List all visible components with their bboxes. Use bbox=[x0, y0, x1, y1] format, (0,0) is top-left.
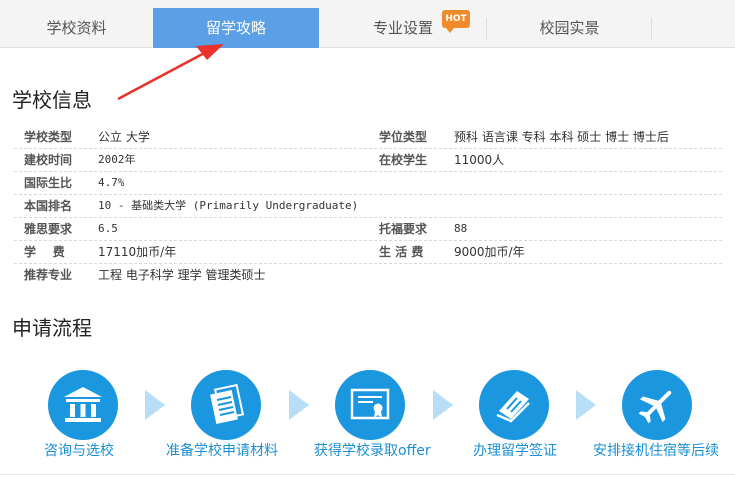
documents-icon bbox=[210, 384, 245, 424]
tab-label: 校园实景 bbox=[539, 19, 600, 37]
info-label: 雅思要求 bbox=[24, 222, 73, 236]
step-circle-arrival[interactable] bbox=[622, 370, 692, 440]
info-label: 学位类型 bbox=[379, 130, 428, 144]
step-chevron-icon bbox=[145, 390, 165, 420]
info-label: 在校学生 bbox=[379, 153, 428, 167]
school-info-table: 学校类型 公立 大学 学位类型 预科 语言课 专科 本科 硕士 博士 博士后 建… bbox=[14, 126, 722, 287]
info-value: 工程 电子科学 理学 管理类硕士 bbox=[98, 268, 266, 282]
hot-badge: HOT bbox=[442, 10, 470, 33]
info-value: 6.5 bbox=[98, 222, 118, 235]
info-value: 公立 大学 bbox=[98, 130, 150, 144]
info-value: 11000人 bbox=[454, 153, 505, 167]
info-label: 国际生比 bbox=[24, 176, 73, 190]
info-value: 预科 语言课 专科 本科 硕士 博士 博士后 bbox=[454, 130, 669, 144]
info-value: 4.7% bbox=[98, 176, 125, 189]
tab-study-guide[interactable]: 留学攻略 bbox=[153, 8, 319, 48]
info-row: 学 费 17110加币/年 生 活 费 9000加币/年 bbox=[14, 241, 722, 264]
info-value: 10 - 基础类大学 (Primarily Undergraduate) bbox=[98, 199, 359, 212]
tab-label: 留学攻略 bbox=[205, 19, 266, 37]
info-label: 学校类型 bbox=[24, 130, 73, 144]
step-circle-visa[interactable] bbox=[479, 370, 549, 440]
school-info-title: 学校信息 bbox=[12, 88, 92, 112]
info-label: 建校时间 bbox=[24, 153, 73, 167]
certificate-icon bbox=[350, 388, 390, 420]
process-title: 申请流程 bbox=[12, 316, 92, 340]
tab-label: 专业设置 bbox=[372, 19, 433, 37]
step-label: 获得学校录取offer bbox=[314, 443, 431, 459]
tab-campus-view[interactable]: 校园实景 bbox=[487, 8, 652, 48]
info-value: 88 bbox=[454, 222, 468, 235]
info-label: 生 活 费 bbox=[379, 245, 424, 259]
tab-bar: 学校资料 留学攻略 专业设置 校园实景 HOT bbox=[0, 0, 735, 48]
info-label: 托福要求 bbox=[379, 222, 428, 236]
info-row: 雅思要求 6.5 托福要求 88 bbox=[14, 218, 722, 241]
university-icon bbox=[64, 387, 102, 422]
step-label: 安排接机住宿等后续 bbox=[593, 443, 719, 459]
step-chevron-icon bbox=[289, 390, 309, 420]
step-chevron-icon bbox=[433, 390, 453, 420]
tab-school-info[interactable]: 学校资料 bbox=[0, 8, 153, 48]
info-row: 国际生比 4.7% bbox=[14, 172, 722, 195]
info-row: 学校类型 公立 大学 学位类型 预科 语言课 专科 本科 硕士 博士 博士后 bbox=[14, 126, 722, 149]
step-circle-consult[interactable] bbox=[48, 370, 118, 440]
info-value: 2002年 bbox=[98, 153, 136, 166]
info-label: 推荐专业 bbox=[24, 268, 73, 282]
info-value: 9000加币/年 bbox=[454, 245, 525, 259]
step-label: 咨询与选校 bbox=[44, 443, 114, 459]
airplane-icon bbox=[638, 390, 672, 424]
step-circle-materials[interactable] bbox=[191, 370, 261, 440]
info-row: 建校时间 2002年 在校学生 11000人 bbox=[14, 149, 722, 172]
passport-icon bbox=[496, 391, 530, 423]
step-circle-offer[interactable] bbox=[335, 370, 405, 440]
bottom-divider bbox=[0, 474, 735, 475]
info-label: 学 费 bbox=[24, 245, 65, 259]
info-row: 本国排名 10 - 基础类大学 (Primarily Undergraduate… bbox=[14, 195, 722, 218]
step-label: 准备学校申请材料 bbox=[166, 443, 278, 459]
info-label: 本国排名 bbox=[24, 199, 73, 213]
tab-label: 学校资料 bbox=[46, 19, 107, 37]
step-chevron-icon bbox=[576, 390, 596, 420]
step-label: 办理留学签证 bbox=[473, 443, 557, 459]
info-row: 推荐专业 工程 电子科学 理学 管理类硕士 bbox=[14, 264, 722, 287]
info-value: 17110加币/年 bbox=[98, 245, 177, 259]
tab-divider bbox=[651, 18, 652, 40]
